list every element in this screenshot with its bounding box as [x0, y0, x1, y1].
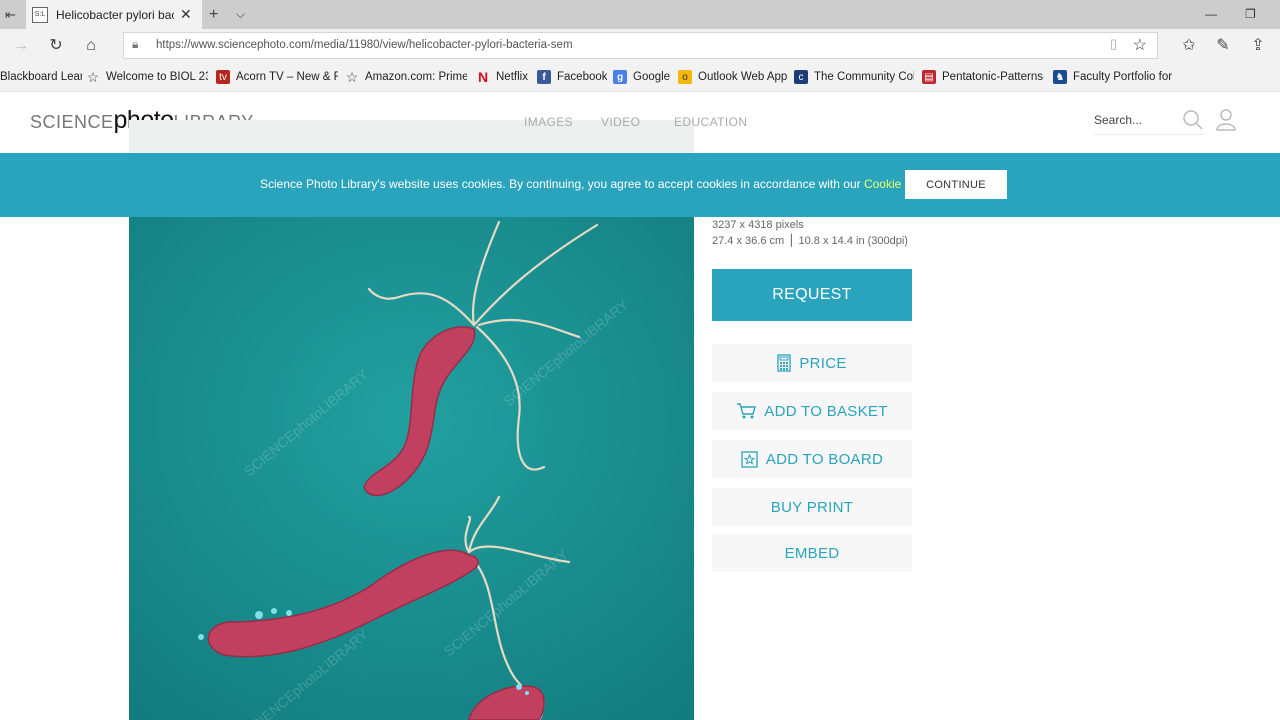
google-icon: g: [613, 70, 627, 84]
favorite-label: Acorn TV – New & Fe: [236, 71, 338, 83]
refresh-icon[interactable]: ↻: [44, 29, 68, 62]
college-icon: c: [794, 70, 808, 84]
cookie-text: Science Photo Library's website uses coo…: [260, 177, 864, 191]
back-icon[interactable]: →: [9, 29, 33, 62]
web-note-pen-icon[interactable]: ✎: [1211, 29, 1235, 62]
portfolio-icon: ♞: [1053, 70, 1067, 84]
favorite-item-community-college[interactable]: c The Community Colle: [794, 62, 914, 92]
image-pixels: 3237 x 4318 pixels: [712, 219, 804, 231]
favorite-label: Blackboard Learn: [0, 71, 82, 83]
logo-science: SCIENCE: [30, 112, 114, 132]
request-button[interactable]: REQUEST: [712, 269, 912, 321]
nav-education[interactable]: EDUCATION: [674, 115, 747, 129]
facebook-icon: f: [537, 70, 551, 84]
image-print-size: 27.4 x 36.6 cm ⎪ 10.8 x 14.4 in (300dpi): [712, 235, 908, 247]
new-tab-icon[interactable]: +: [209, 0, 218, 29]
reading-view-icon[interactable]: ▯: [1110, 36, 1117, 52]
buy-print-button[interactable]: BUY PRINT: [712, 488, 912, 526]
image-dimensions: 3237 x 4318 pixels 27.4 x 36.6 cm ⎪ 10.8…: [712, 217, 908, 249]
netflix-icon: N: [477, 69, 489, 85]
embed-button[interactable]: EMBED: [712, 534, 912, 572]
search-icon[interactable]: [1182, 109, 1204, 131]
favorite-label: The Community Colle: [814, 71, 914, 83]
star-icon: ☆: [86, 68, 100, 85]
calculator-icon: [777, 354, 791, 372]
tab-actions-icon[interactable]: ⇤: [5, 0, 16, 29]
favorite-label: Outlook Web App: [698, 71, 788, 83]
web-page: SCIENCEphotoLIBRARY IMAGES VIDEO EDUCATI…: [0, 92, 1280, 720]
lock-icon: 🔒︎: [132, 37, 139, 51]
favorite-item-outlook[interactable]: o Outlook Web App: [678, 62, 788, 92]
nav-images[interactable]: IMAGES: [524, 115, 573, 129]
favorite-item-pentatonic[interactable]: ▤ Pentatonic-Patterns-f: [922, 62, 1044, 92]
favorite-item-faculty-portfolio[interactable]: ♞ Faculty Portfolio for C: [1053, 62, 1173, 92]
print-label: BUY PRINT: [770, 498, 854, 516]
board-label: ADD TO BOARD: [765, 450, 884, 468]
address-bar[interactable]: 🔒︎ https://www.sciencephoto.com/media/11…: [123, 32, 1158, 59]
home-icon[interactable]: ⌂: [79, 29, 103, 62]
minimize-icon[interactable]: —: [1205, 0, 1217, 29]
favorite-star-icon[interactable]: ☆: [1133, 35, 1147, 55]
favorite-item-biol[interactable]: ☆ Welcome to BIOL 230: [86, 62, 208, 92]
favorite-item-acorn[interactable]: tv Acorn TV – New & Fe: [216, 62, 338, 92]
favorite-item-google[interactable]: g Google: [613, 62, 673, 92]
outlook-icon: o: [678, 70, 692, 84]
browser-tab-bar: ⇤ S:L Helicobacter pylori bact ✕ + ⌵ — ❐: [0, 0, 1280, 29]
acorn-icon: tv: [216, 70, 230, 84]
tab-close-icon[interactable]: ✕: [180, 6, 192, 23]
price-button[interactable]: PRICE: [712, 344, 912, 382]
favorite-label: Faculty Portfolio for C: [1073, 71, 1173, 83]
favorite-label: Facebook: [557, 71, 607, 83]
favorite-item-blackboard[interactable]: Blackboard Learn: [0, 62, 82, 92]
star-icon: ☆: [345, 68, 359, 85]
favorites-hub-icon[interactable]: ✩: [1177, 29, 1201, 62]
cart-icon: [737, 403, 757, 419]
favorite-label: Google: [633, 71, 671, 83]
user-account-icon[interactable]: [1215, 108, 1237, 132]
search-placeholder: Search...: [1094, 113, 1143, 127]
favorite-label: Pentatonic-Patterns-f: [942, 71, 1044, 83]
favorite-label: Welcome to BIOL 230: [106, 71, 208, 83]
restore-icon[interactable]: ❐: [1245, 0, 1256, 29]
price-label: PRICE: [799, 354, 847, 372]
url-text[interactable]: https://www.sciencephoto.com/media/11980…: [156, 39, 573, 51]
favorite-label: Netflix: [496, 71, 528, 83]
share-icon[interactable]: ⇪: [1246, 29, 1270, 62]
favorite-item-amazon[interactable]: ☆ Amazon.com: Prime I: [345, 62, 467, 92]
add-to-board-button[interactable]: ADD TO BOARD: [712, 440, 912, 478]
nav-video[interactable]: VIDEO: [601, 115, 640, 129]
sem-image-helicobacter[interactable]: SCIENCEphotoLIBRARY SCIENCEphotoLIBRARY …: [129, 217, 694, 720]
cookie-banner: Science Photo Library's website uses coo…: [0, 153, 1280, 217]
pdf-icon: ▤: [922, 70, 936, 84]
browser-tab[interactable]: S:L Helicobacter pylori bact ✕: [26, 0, 202, 29]
cookie-continue-button[interactable]: CONTINUE: [905, 170, 1007, 199]
add-to-basket-button[interactable]: ADD TO BASKET: [712, 392, 912, 430]
favorite-item-netflix[interactable]: N Netflix: [476, 62, 532, 92]
browser-nav-bar: → ↻ ⌂ 🔒︎ https://www.sciencephoto.com/me…: [0, 29, 1280, 62]
tab-title: Helicobacter pylori bact: [56, 7, 174, 22]
cookie-message: Science Photo Library's website uses coo…: [260, 177, 938, 191]
favorite-item-facebook[interactable]: f Facebook: [537, 62, 607, 92]
embed-label: EMBED: [784, 544, 840, 562]
basket-label: ADD TO BASKET: [764, 402, 888, 420]
bacteria-illustration: SCIENCEphotoLIBRARY SCIENCEphotoLIBRARY …: [129, 217, 694, 720]
favorite-label: Amazon.com: Prime I: [365, 71, 467, 83]
board-star-icon: [741, 450, 758, 468]
tab-list-chevron-icon[interactable]: ⌵: [236, 0, 245, 29]
favorites-bar: Blackboard Learn ☆ Welcome to BIOL 230 t…: [0, 62, 1280, 92]
tab-favicon-icon: S:L: [32, 6, 48, 23]
